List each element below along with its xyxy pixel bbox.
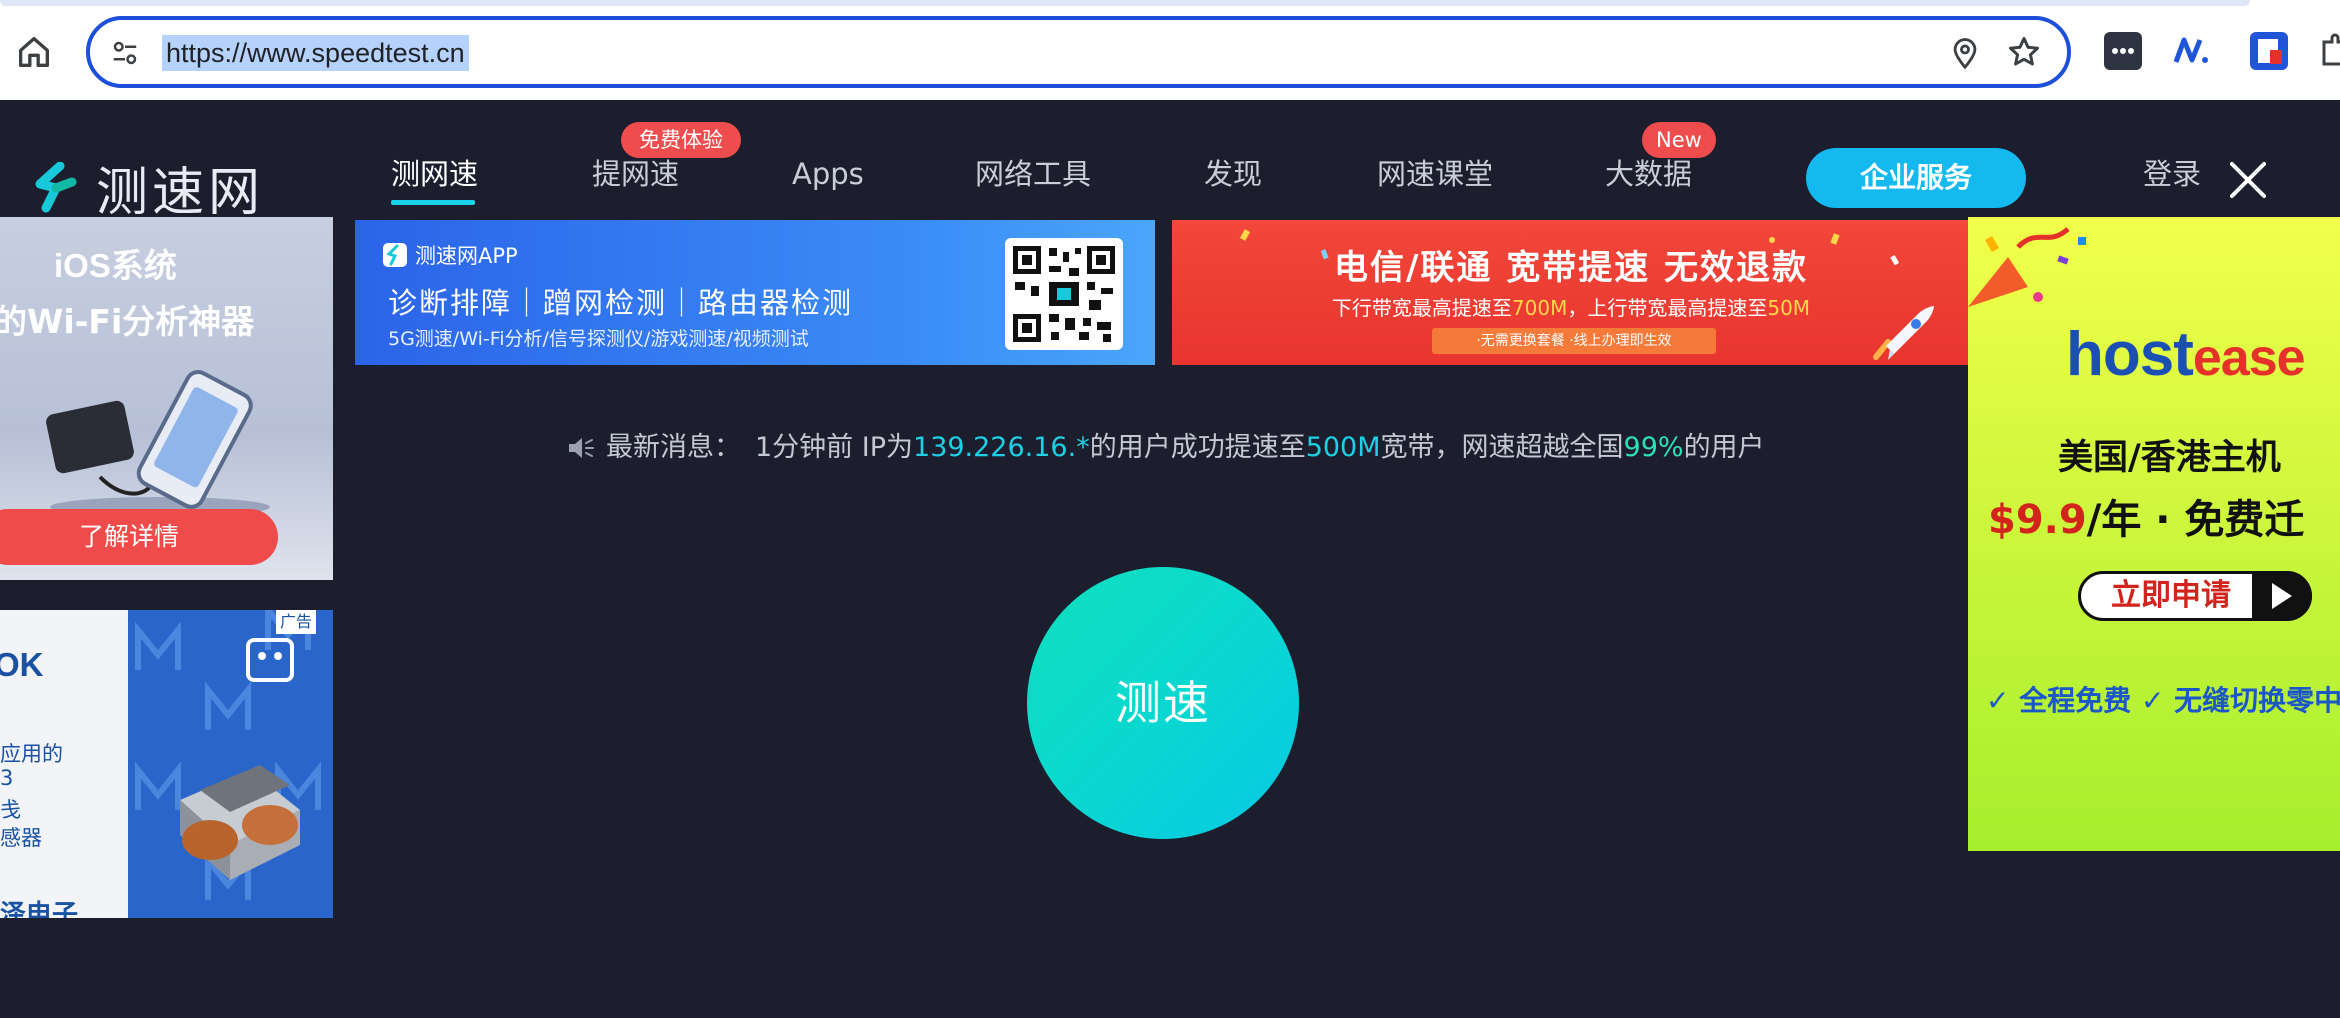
nav-discover[interactable]: 发现 [1204,154,1262,194]
price-tail: /年 · 免费迁 [2086,497,2305,543]
news-label: 最新消息： [606,432,741,463]
price-value: $9.9 [1988,497,2087,543]
learn-more-button[interactable]: 了解详情 [0,509,278,565]
logo-text: 测速网 [96,163,265,223]
ad-ios-wifi[interactable]: iOS系统 的Wi-Fi分析神器 了解详情 [0,217,333,580]
news-mid: 的用户成功提速至 [1089,432,1306,463]
news-percent: 99% [1623,432,1684,463]
brand-part-b: ease [2192,329,2306,387]
ad-tdk-inductor[interactable]: OK 应用的 3 戋 感器 泽电子 广告 [0,610,333,918]
nav-network-tools[interactable]: 网络工具 [975,154,1091,194]
ad-hostease[interactable]: hostease 美国/香港主机 $9.9/年 · 免费迁 立即申请 ✓ 全程免… [1968,217,2340,851]
nav-boost-speed[interactable]: 提网速 [592,154,679,194]
apply-now-button[interactable]: 立即申请 [2078,571,2312,621]
ad-line: 应用的 [0,742,63,766]
extension-icon[interactable] [2318,32,2340,70]
ad-features: ✓ 全程免费 ✓ 无缝切换零中 [1986,684,2340,717]
start-speed-test-button[interactable]: 测速 [1027,567,1299,839]
qr-code-icon [1013,246,1115,342]
wifi-device-image [46,370,270,517]
ad-broadband-boost[interactable]: 电信/联通 宽带提速 无效退款 下行带宽最高提速至700M，上行带宽最高提速至5… [1172,220,1970,365]
arrow-right-icon [2252,571,2312,621]
app-features-sub: 5G测速/Wi-Fi分析/信号探测仪/游戏测速/视频测试 [388,328,809,350]
notion-icon[interactable] [2172,32,2210,70]
new-badge: New [1642,122,1716,158]
nav-active-indicator [391,200,475,205]
ad-line: 泽电子 [0,900,79,918]
location-pin-icon[interactable] [1948,36,1982,70]
browser-toolbar: https://www.speedtest.cn [0,0,2340,100]
free-trial-badge: 免费体验 [621,122,741,158]
app-logo-icon [383,243,407,267]
bookmark-star-icon[interactable] [2006,34,2042,70]
login-link[interactable]: 登录 [2143,154,2201,194]
ad-subline-prefix: 下行带宽最高提速至 [1331,296,1512,320]
nav-apps[interactable]: Apps [792,154,864,194]
url-text[interactable]: https://www.speedtest.cn [162,35,469,71]
enterprise-service-button[interactable]: 企业服务 [1806,148,2026,208]
tab-strip-edge [0,0,2250,6]
ad-speedtest-app[interactable]: 测速网APP 诊断排障｜蹭网检测｜路由器检测 5G测速/Wi-Fi分析/信号探测… [355,220,1155,365]
brand-part-a: host [2066,320,2194,389]
ad-price: $9.9/年 · 免费迁 [1988,487,2304,545]
password-manager-icon[interactable] [2104,32,2142,70]
nav-big-data[interactable]: 大数据 [1605,154,1692,194]
app-features: 诊断排障｜蹭网检测｜路由器检测 [388,286,854,320]
home-icon[interactable] [14,32,54,72]
ad-service-text: 美国/香港主机 [2058,438,2281,478]
ad-line: 戋 [0,798,21,822]
ad-line: 3 [0,766,14,790]
inductor-product-image [180,765,300,880]
site-logo[interactable]: 测速网 [30,150,264,225]
ad-subtitle: 的Wi-Fi分析神器 [0,302,255,341]
ad-brand-text: OK [0,646,44,683]
news-tail: 的用户 [1683,432,1765,463]
news-speed: 500M [1305,432,1381,463]
ad-subline-mid: ，上行带宽最高提速至 [1567,296,1768,320]
news-time: 1分钟前 IP为 [755,432,914,463]
news-mid2: 宽带，网速超越全国 [1380,432,1624,463]
logo-mark-icon [35,161,77,212]
app-name-row: 测速网APP [383,240,518,270]
close-icon[interactable] [2228,160,2268,200]
ad-title: iOS系统 [54,247,177,284]
party-popper-icon [1968,227,2086,307]
nav-speed-class[interactable]: 网速课堂 [1377,154,1493,194]
news-ticker: 最新消息： 1分钟前 IP为 139.226.16.* 的用户成功提速至 500… [566,428,1765,468]
ad-headline: 电信/联通 宽带提速 无效退款 [1333,248,1809,288]
downlink-speed: 700M [1511,296,1568,320]
site-settings-icon[interactable] [110,38,140,68]
ad-line: 感器 [0,826,42,850]
hostease-brand: hostease [2066,319,2306,390]
nav-test-speed[interactable]: 测网速 [391,154,478,194]
rocket-icon [1873,306,1934,360]
ad-subline: 下行带宽最高提速至700M，上行带宽最高提速至50M [1172,292,1970,321]
reader-icon[interactable] [2250,32,2288,70]
speaker-icon [569,438,594,458]
ad-pill: ·无需更换套餐 ·线上办理即生效 [1432,328,1716,354]
address-bar[interactable]: https://www.speedtest.cn [86,16,2071,88]
news-ip: 139.226.16.* [913,432,1090,463]
uplink-speed: 50M [1767,296,1811,320]
app-name: 测速网APP [415,244,518,268]
qr-code[interactable] [1005,238,1123,350]
ad-label-tag[interactable]: 广告 [276,610,317,634]
apply-now-label: 立即申请 [2111,578,2231,613]
